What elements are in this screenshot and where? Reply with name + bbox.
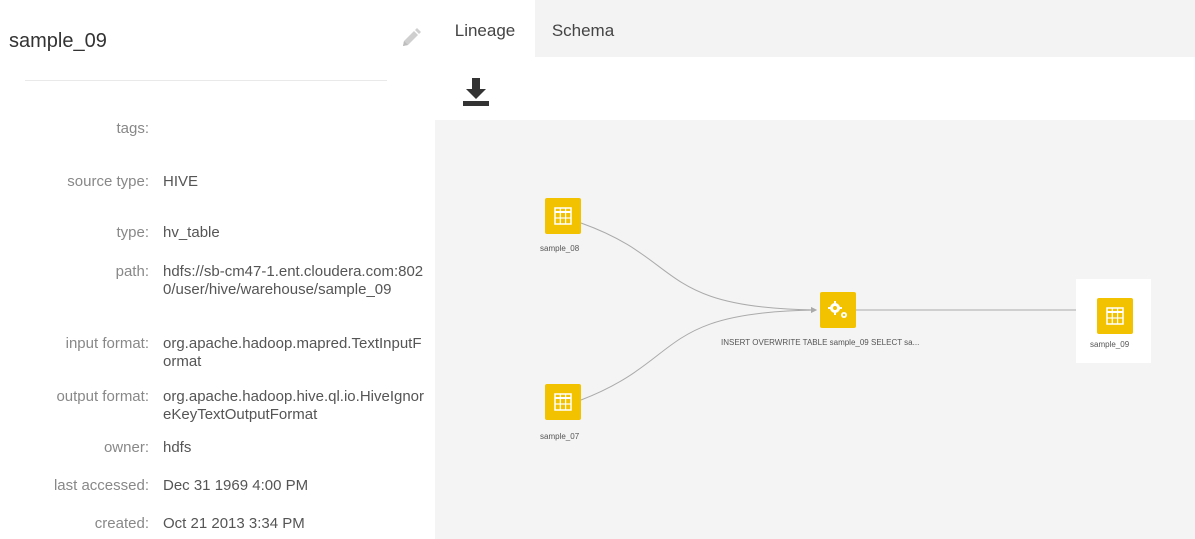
table-icon — [1106, 307, 1124, 325]
source-type-value: HIVE — [163, 173, 199, 190]
table-node-sample-08[interactable] — [545, 198, 581, 234]
input-format-value: org.apache.hadoop.mapred.TextInputFormat — [163, 335, 422, 370]
node-label-sample-07: sample_07 — [540, 432, 580, 441]
edge-sample07-to-query — [580, 307, 817, 401]
last-accessed-label: last accessed: — [53, 477, 149, 494]
gears-icon — [828, 301, 847, 318]
created-value: Oct 21 2013 3:34 PM — [163, 515, 305, 532]
path-value: hdfs://sb-cm47-1.ent.cloudera.com:8020/u… — [163, 263, 424, 298]
edge-sample08-to-query — [580, 222, 817, 313]
table-node-sample-09[interactable] — [1097, 298, 1133, 334]
type-value: hv_table — [163, 224, 220, 241]
created-label: created: — [94, 515, 149, 532]
pencil-icon[interactable] — [399, 26, 423, 50]
lineage-canvas: sample_08 sample_07 INSERT OVERWRITE TAB… — [435, 120, 1195, 539]
input-format-label: input format: — [65, 335, 149, 352]
table-icon — [554, 207, 572, 225]
output-format-value: org.apache.hadoop.hive.ql.io.HiveIgnoreK… — [163, 388, 425, 423]
entity-title: sample_09 — [9, 30, 107, 52]
tab-schema[interactable]: Schema — [535, 0, 631, 57]
type-label: type: — [116, 224, 149, 241]
tab-lineage[interactable]: Lineage — [435, 0, 535, 57]
output-format-label: output format: — [56, 388, 149, 405]
output-node-card: sample_09 — [1076, 279, 1151, 363]
owner-value: hdfs — [163, 439, 192, 456]
source-type-label: source type: — [67, 173, 149, 190]
app-root: sample_09 tags: source type: HIVE type: … — [0, 0, 1195, 539]
table-node-sample-07[interactable] — [545, 384, 581, 420]
node-label-sample-09: sample_09 — [1090, 340, 1130, 349]
title-divider — [25, 80, 387, 81]
table-icon — [554, 393, 572, 411]
query-node[interactable] — [820, 292, 856, 328]
download-icon[interactable] — [460, 76, 492, 108]
tab-bar: Lineage Schema — [435, 0, 1195, 57]
last-accessed-value: Dec 31 1969 4:00 PM — [163, 477, 309, 494]
lineage-toolbar — [435, 57, 1195, 120]
node-label-sample-08: sample_08 — [540, 244, 580, 253]
tags-label: tags: — [116, 120, 149, 137]
owner-label: owner: — [103, 439, 149, 456]
lineage-panel: Lineage Schema sample_08 sample_07 INSER… — [435, 0, 1195, 539]
node-label-query: INSERT OVERWRITE TABLE sample_09 SELECT … — [721, 338, 920, 347]
entity-details-panel: sample_09 tags: source type: HIVE type: … — [0, 0, 435, 539]
path-label: path: — [115, 263, 149, 280]
